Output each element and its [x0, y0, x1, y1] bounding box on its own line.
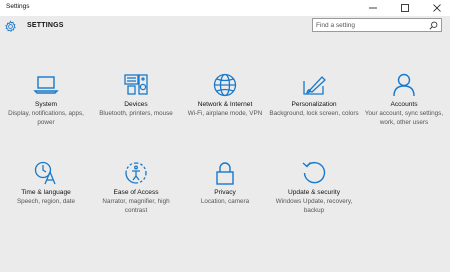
tile-description: Bluetooth, printers, mouse	[99, 110, 173, 117]
tile-accounts[interactable]: Accounts Your account, sync settings, wo…	[359, 72, 449, 142]
title-bar[interactable]: Settings	[0, 0, 450, 16]
tile-label: Ease of Access	[113, 189, 159, 196]
settings-window: Settings SETTINGS Find a setting System …	[0, 0, 450, 272]
close-button[interactable]	[426, 0, 448, 16]
settings-header: SETTINGS	[0, 16, 450, 38]
tile-label: Update & security	[287, 189, 341, 196]
tile-personalization[interactable]: Personalization Background, lock screen,…	[269, 72, 359, 142]
minimize-button[interactable]	[362, 0, 384, 16]
tile-description: Background, lock screen, colors	[269, 110, 359, 117]
tile-update-security[interactable]: Update & security Windows Update, recove…	[269, 160, 359, 230]
tile-description: Display, notifications, apps, power	[8, 110, 84, 126]
tile-privacy[interactable]: Privacy Location, camera	[180, 160, 270, 230]
tile-label: Time & language	[21, 189, 71, 196]
tile-label: Network & Internet	[197, 101, 253, 108]
tile-system[interactable]: System Display, notifications, apps, pow…	[1, 72, 91, 142]
tile-time-language[interactable]: Time & language Speech, region, date	[1, 160, 91, 230]
search-input[interactable]	[316, 19, 426, 31]
lock-icon	[212, 160, 238, 186]
maximize-button[interactable]	[394, 0, 416, 16]
tile-description: Narrator, magnifier, high contrast	[102, 198, 170, 214]
search-icon[interactable]	[429, 21, 438, 30]
tile-label: Devices	[124, 101, 148, 108]
time-language-icon	[33, 160, 59, 186]
tile-description: Location, camera	[200, 198, 250, 205]
close-icon	[433, 4, 441, 12]
update-icon	[301, 160, 327, 186]
page-title: SETTINGS	[27, 22, 64, 29]
personalization-icon	[301, 72, 327, 98]
minimize-icon	[369, 7, 377, 9]
tile-description: Windows Update, recovery, backup	[275, 198, 353, 214]
tile-ease-of-access[interactable]: Ease of Access Narrator, magnifier, high…	[91, 160, 181, 230]
tile-devices[interactable]: Devices Bluetooth, printers, mouse	[91, 72, 181, 142]
window-title: Settings	[6, 3, 30, 10]
laptop-icon	[33, 72, 59, 98]
search-box[interactable]	[312, 18, 442, 32]
tile-network-internet[interactable]: Network & Internet Wi-Fi, airplane mode,…	[180, 72, 270, 142]
globe-icon	[212, 72, 238, 98]
devices-icon	[123, 72, 149, 98]
tile-label: System	[35, 101, 57, 108]
ease-of-access-icon	[123, 160, 149, 186]
tile-description: Speech, region, date	[16, 198, 76, 205]
tile-description: Your account, sync settings, work, other…	[364, 110, 444, 126]
maximize-icon	[401, 4, 409, 12]
tile-label: Personalization	[291, 101, 337, 108]
tile-label: Privacy	[214, 189, 236, 196]
tile-description: Wi-Fi, airplane mode, VPN	[187, 110, 263, 117]
gear-icon	[5, 20, 16, 32]
person-icon	[391, 72, 417, 98]
tile-label: Accounts	[390, 101, 418, 108]
